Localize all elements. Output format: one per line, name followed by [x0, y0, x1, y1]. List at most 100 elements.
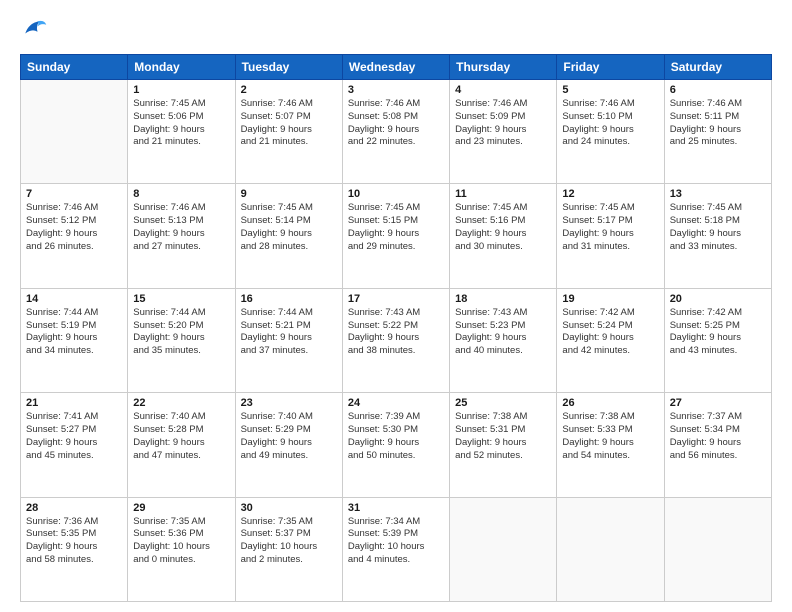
weekday-header-monday: Monday: [128, 55, 235, 80]
calendar-header: SundayMondayTuesdayWednesdayThursdayFrid…: [21, 55, 772, 80]
day-info: Sunrise: 7:45 AM Sunset: 5:06 PM Dayligh…: [133, 98, 229, 149]
calendar-cell: 24 Sunrise: 7:39 AM Sunset: 5:30 PM Dayli…: [342, 393, 449, 497]
day-number: 11: [455, 188, 551, 200]
day-number: 1: [133, 84, 229, 96]
day-info: Sunrise: 7:46 AM Sunset: 5:08 PM Dayligh…: [348, 98, 444, 149]
calendar-cell: [557, 497, 664, 601]
weekday-header-thursday: Thursday: [450, 55, 557, 80]
day-number: 16: [241, 293, 337, 305]
calendar-cell: 14 Sunrise: 7:44 AM Sunset: 5:19 PM Dayli…: [21, 288, 128, 392]
day-info: Sunrise: 7:36 AM Sunset: 5:35 PM Dayligh…: [26, 516, 122, 567]
day-number: 14: [26, 293, 122, 305]
calendar-cell: 20 Sunrise: 7:42 AM Sunset: 5:25 PM Dayli…: [664, 288, 771, 392]
day-info: Sunrise: 7:44 AM Sunset: 5:20 PM Dayligh…: [133, 307, 229, 358]
day-number: 29: [133, 502, 229, 514]
day-info: Sunrise: 7:40 AM Sunset: 5:28 PM Dayligh…: [133, 411, 229, 462]
day-number: 12: [562, 188, 658, 200]
calendar-week-row: 1 Sunrise: 7:45 AM Sunset: 5:06 PM Daylig…: [21, 80, 772, 184]
day-info: Sunrise: 7:43 AM Sunset: 5:23 PM Dayligh…: [455, 307, 551, 358]
calendar-cell: 30 Sunrise: 7:35 AM Sunset: 5:37 PM Dayli…: [235, 497, 342, 601]
day-info: Sunrise: 7:35 AM Sunset: 5:36 PM Dayligh…: [133, 516, 229, 567]
day-info: Sunrise: 7:34 AM Sunset: 5:39 PM Dayligh…: [348, 516, 444, 567]
calendar-cell: 4Sunrise: 7:46 AM Sunset: 5:09 PM Daylig…: [450, 80, 557, 184]
day-info: Sunrise: 7:46 AM Sunset: 5:10 PM Dayligh…: [562, 98, 658, 149]
weekday-header-friday: Friday: [557, 55, 664, 80]
logo-icon: [20, 16, 48, 44]
calendar-cell: 31 Sunrise: 7:34 AM Sunset: 5:39 PM Dayli…: [342, 497, 449, 601]
weekday-header-tuesday: Tuesday: [235, 55, 342, 80]
day-number: 19: [562, 293, 658, 305]
day-number: 31: [348, 502, 444, 514]
day-info: Sunrise: 7:44 AM Sunset: 5:19 PM Dayligh…: [26, 307, 122, 358]
day-number: 26: [562, 397, 658, 409]
weekday-header-sunday: Sunday: [21, 55, 128, 80]
calendar-cell: 29 Sunrise: 7:35 AM Sunset: 5:36 PM Dayli…: [128, 497, 235, 601]
calendar-cell: 15 Sunrise: 7:44 AM Sunset: 5:20 PM Dayli…: [128, 288, 235, 392]
calendar-cell: 17Sunrise: 7:43 AM Sunset: 5:22 PM Dayli…: [342, 288, 449, 392]
calendar-week-row: 21 Sunrise: 7:41 AM Sunset: 5:27 PM Dayli…: [21, 393, 772, 497]
day-info: Sunrise: 7:45 AM Sunset: 5:17 PM Dayligh…: [562, 202, 658, 253]
day-info: Sunrise: 7:44 AM Sunset: 5:21 PM Dayligh…: [241, 307, 337, 358]
calendar-week-row: 7 Sunrise: 7:46 AM Sunset: 5:12 PM Daylig…: [21, 184, 772, 288]
calendar-body: 1 Sunrise: 7:45 AM Sunset: 5:06 PM Daylig…: [21, 80, 772, 602]
calendar-cell: 7 Sunrise: 7:46 AM Sunset: 5:12 PM Daylig…: [21, 184, 128, 288]
weekday-header-saturday: Saturday: [664, 55, 771, 80]
day-info: Sunrise: 7:46 AM Sunset: 5:09 PM Dayligh…: [455, 98, 551, 149]
calendar-cell: 1 Sunrise: 7:45 AM Sunset: 5:06 PM Daylig…: [128, 80, 235, 184]
calendar-cell: 10 Sunrise: 7:45 AM Sunset: 5:15 PM Dayli…: [342, 184, 449, 288]
day-info: Sunrise: 7:37 AM Sunset: 5:34 PM Dayligh…: [670, 411, 766, 462]
day-number: 3: [348, 84, 444, 96]
calendar-cell: 3 Sunrise: 7:46 AM Sunset: 5:08 PM Daylig…: [342, 80, 449, 184]
calendar-cell: 9 Sunrise: 7:45 AM Sunset: 5:14 PM Daylig…: [235, 184, 342, 288]
calendar-cell: 18Sunrise: 7:43 AM Sunset: 5:23 PM Dayli…: [450, 288, 557, 392]
day-info: Sunrise: 7:45 AM Sunset: 5:14 PM Dayligh…: [241, 202, 337, 253]
calendar-cell: 11 Sunrise: 7:45 AM Sunset: 5:16 PM Dayli…: [450, 184, 557, 288]
day-info: Sunrise: 7:35 AM Sunset: 5:37 PM Dayligh…: [241, 516, 337, 567]
day-number: 9: [241, 188, 337, 200]
day-info: Sunrise: 7:39 AM Sunset: 5:30 PM Dayligh…: [348, 411, 444, 462]
day-info: Sunrise: 7:41 AM Sunset: 5:27 PM Dayligh…: [26, 411, 122, 462]
calendar-cell: 21 Sunrise: 7:41 AM Sunset: 5:27 PM Dayli…: [21, 393, 128, 497]
calendar-cell: [450, 497, 557, 601]
calendar-cell: 8Sunrise: 7:46 AM Sunset: 5:13 PM Daylig…: [128, 184, 235, 288]
calendar-week-row: 14 Sunrise: 7:44 AM Sunset: 5:19 PM Dayli…: [21, 288, 772, 392]
day-number: 7: [26, 188, 122, 200]
day-info: Sunrise: 7:38 AM Sunset: 5:31 PM Dayligh…: [455, 411, 551, 462]
day-info: Sunrise: 7:45 AM Sunset: 5:16 PM Dayligh…: [455, 202, 551, 253]
calendar-cell: 27Sunrise: 7:37 AM Sunset: 5:34 PM Dayli…: [664, 393, 771, 497]
weekday-header-wednesday: Wednesday: [342, 55, 449, 80]
header: [20, 16, 772, 44]
day-number: 30: [241, 502, 337, 514]
calendar-week-row: 28Sunrise: 7:36 AM Sunset: 5:35 PM Dayli…: [21, 497, 772, 601]
day-number: 6: [670, 84, 766, 96]
day-number: 17: [348, 293, 444, 305]
day-info: Sunrise: 7:40 AM Sunset: 5:29 PM Dayligh…: [241, 411, 337, 462]
day-info: Sunrise: 7:42 AM Sunset: 5:24 PM Dayligh…: [562, 307, 658, 358]
calendar-cell: 6 Sunrise: 7:46 AM Sunset: 5:11 PM Daylig…: [664, 80, 771, 184]
day-info: Sunrise: 7:46 AM Sunset: 5:12 PM Dayligh…: [26, 202, 122, 253]
day-number: 20: [670, 293, 766, 305]
calendar-cell: 19 Sunrise: 7:42 AM Sunset: 5:24 PM Dayli…: [557, 288, 664, 392]
day-info: Sunrise: 7:42 AM Sunset: 5:25 PM Dayligh…: [670, 307, 766, 358]
day-info: Sunrise: 7:46 AM Sunset: 5:07 PM Dayligh…: [241, 98, 337, 149]
calendar-cell: 26Sunrise: 7:38 AM Sunset: 5:33 PM Dayli…: [557, 393, 664, 497]
calendar-cell: 25Sunrise: 7:38 AM Sunset: 5:31 PM Dayli…: [450, 393, 557, 497]
calendar-cell: [21, 80, 128, 184]
day-info: Sunrise: 7:45 AM Sunset: 5:18 PM Dayligh…: [670, 202, 766, 253]
calendar-cell: 5 Sunrise: 7:46 AM Sunset: 5:10 PM Daylig…: [557, 80, 664, 184]
logo: [20, 16, 52, 44]
day-number: 15: [133, 293, 229, 305]
page: SundayMondayTuesdayWednesdayThursdayFrid…: [0, 0, 792, 612]
day-number: 5: [562, 84, 658, 96]
day-info: Sunrise: 7:45 AM Sunset: 5:15 PM Dayligh…: [348, 202, 444, 253]
calendar-cell: 22 Sunrise: 7:40 AM Sunset: 5:28 PM Dayli…: [128, 393, 235, 497]
day-number: 21: [26, 397, 122, 409]
calendar-cell: 23Sunrise: 7:40 AM Sunset: 5:29 PM Dayli…: [235, 393, 342, 497]
day-number: 24: [348, 397, 444, 409]
calendar-cell: 28Sunrise: 7:36 AM Sunset: 5:35 PM Dayli…: [21, 497, 128, 601]
day-number: 8: [133, 188, 229, 200]
day-number: 10: [348, 188, 444, 200]
weekday-header-row: SundayMondayTuesdayWednesdayThursdayFrid…: [21, 55, 772, 80]
day-number: 22: [133, 397, 229, 409]
day-info: Sunrise: 7:46 AM Sunset: 5:11 PM Dayligh…: [670, 98, 766, 149]
